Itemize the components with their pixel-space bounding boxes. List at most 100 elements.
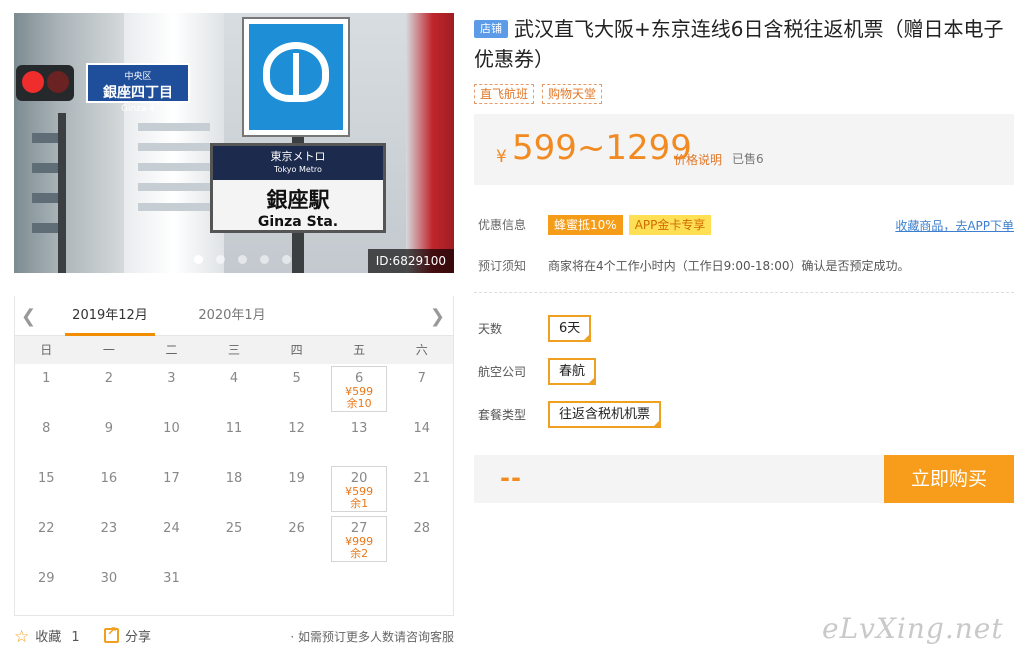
share-button[interactable]: 分享 [104, 624, 152, 645]
product-title-text: 武汉直飞大阪+东京连线6日含税往返机票（赠日本电子优惠券） [474, 17, 1004, 71]
action-bar: ☆ 收藏 1 分享 · 如需预订更多人数请咨询客服 [14, 624, 454, 648]
calendar-day: 22 [15, 514, 78, 564]
day-cell-border [330, 516, 388, 562]
currency-symbol: ¥ [496, 147, 507, 167]
station-name-en: Ginza Sta. [257, 214, 339, 230]
product-photo[interactable]: 中央区 銀座四丁目 Ginza 4 東京メトロ Tokyo Metro 銀座駅 … [14, 13, 454, 273]
day-number: 7 [417, 371, 426, 386]
day-number: 11 [225, 421, 243, 436]
day-number: 1 [42, 371, 51, 386]
image-id: ID:6829100 [367, 249, 454, 273]
discount-badge: 蜂蜜抵10% [548, 215, 623, 235]
weekday-label: 一 [102, 343, 115, 357]
calendar-day: 10 [140, 414, 203, 464]
day-number: 23 [100, 521, 118, 536]
package-label: 套餐类型 [478, 408, 527, 422]
day-number: 21 [413, 471, 431, 486]
day-number: 29 [38, 571, 55, 586]
discount-label: 优惠信息 [478, 218, 527, 232]
station-operator: 東京メトロ [270, 150, 326, 163]
day-number: 14 [413, 421, 431, 436]
day-number: 19 [288, 471, 305, 486]
price-range: 599~1299 [512, 128, 692, 168]
calendar-day: 29 [15, 564, 78, 614]
station-name: 銀座駅 [266, 188, 330, 212]
calendar-day: 15 [15, 464, 78, 514]
slide-dot[interactable] [260, 255, 270, 264]
calendar-day: 9 [78, 414, 141, 464]
weekday-label: 五 [353, 343, 366, 357]
calendar-day: 25 [203, 514, 266, 564]
calendar-day-available[interactable]: 20 ¥599 余1 [328, 464, 391, 514]
calendar-day: 4 [203, 364, 266, 414]
day-number: 22 [38, 521, 55, 536]
tab-month-current[interactable]: 2019年12月 [65, 296, 155, 336]
product-title: 店铺 武汉直飞大阪+东京连线6日含税往返机票（赠日本电子优惠券） [474, 14, 1020, 74]
package-row: 套餐类型 往返含税机机票 [478, 401, 662, 428]
day-number: 31 [163, 571, 180, 586]
calendar-day [328, 564, 391, 614]
day-number: 24 [163, 521, 180, 536]
calendar-day: 5 [265, 364, 328, 414]
divider [474, 292, 1014, 293]
store-tag[interactable]: 店铺 [474, 20, 508, 38]
tag: 直飞航班 [474, 84, 535, 104]
calendar-grid: 1 2 3 4 5 6 ¥599 余10 7 8 9 10 11 12 13 14 15 16 17 18 19 20 ¥5… [15, 364, 453, 614]
calendar-day: 13 [328, 414, 391, 464]
share-label: 分享 [125, 630, 152, 645]
street-sign: 中央区 銀座四丁目 Ginza 4 [86, 63, 190, 114]
favorite-label: 收藏 [35, 630, 62, 645]
day-number [203, 564, 266, 571]
day-number: 17 [163, 471, 180, 486]
package-option[interactable]: 往返含税机机票 [548, 401, 662, 428]
days-option[interactable]: 6天 [548, 315, 592, 342]
slide-dot[interactable] [282, 255, 292, 264]
airline-label: 航空公司 [478, 365, 527, 379]
calendar-header: ❮ 2019年12月 2020年1月 ❯ [15, 296, 453, 336]
calendar-day: 2 [78, 364, 141, 414]
calendar-day: 3 [140, 364, 203, 414]
building-middle [124, 13, 224, 273]
day-number [265, 564, 328, 571]
calendar-day: 1 [15, 364, 78, 414]
prev-month-chevron-icon[interactable]: ❮ [21, 306, 36, 327]
calendar-week: 8 9 10 11 12 13 14 [15, 414, 453, 464]
calendar-day: 30 [78, 564, 141, 614]
next-month-chevron-icon[interactable]: ❯ [430, 306, 445, 327]
weekday-label: 日 [40, 343, 53, 357]
day-number: 26 [288, 521, 305, 536]
price-explanation-link[interactable]: 价格说明 [674, 151, 722, 168]
total-bar: -- [474, 455, 884, 503]
day-number [328, 564, 391, 571]
calendar-day: 23 [78, 514, 141, 564]
buy-now-button[interactable]: 立即购买 [884, 455, 1014, 503]
days-label: 天数 [478, 322, 503, 336]
calendar-day-available[interactable]: 27 ¥999 余2 [328, 514, 391, 564]
traffic-light [16, 65, 74, 101]
weekday-label: 二 [165, 343, 178, 357]
product-tags: 直飞航班 购物天堂 [474, 83, 610, 104]
calendar-day: 28 [390, 514, 453, 564]
slide-dot[interactable] [238, 255, 248, 264]
slide-dot[interactable] [216, 255, 226, 264]
street-sign-line2: 銀座四丁目 [103, 85, 173, 101]
calendar-day [265, 564, 328, 614]
tag: 购物天堂 [542, 84, 603, 104]
watermark: eLvXing.net [822, 612, 1004, 645]
calendar-day: 31 [140, 564, 203, 614]
day-number: 18 [225, 471, 243, 486]
tab-month-next[interactable]: 2020年1月 [187, 296, 277, 336]
day-number: 2 [104, 371, 113, 386]
favorite-app-link[interactable]: 收藏商品，去APP下单 [895, 217, 1014, 234]
weekday-label: 四 [290, 343, 303, 357]
street-sign-line1: 中央区 [124, 72, 152, 82]
airline-option[interactable]: 春航 [548, 358, 597, 385]
notice-label: 预订须知 [478, 259, 527, 273]
day-number: 25 [225, 521, 243, 536]
favorite-button[interactable]: ☆ 收藏 1 [14, 626, 80, 647]
calendar-day: 14 [390, 414, 453, 464]
calendar-day-available[interactable]: 6 ¥599 余10 [328, 364, 391, 414]
building-left [14, 13, 124, 273]
slide-dot[interactable] [194, 255, 203, 264]
notice-text: 商家将在4个工作小时内（工作日9:00-18:00）确认是否预定成功。 [548, 259, 910, 273]
